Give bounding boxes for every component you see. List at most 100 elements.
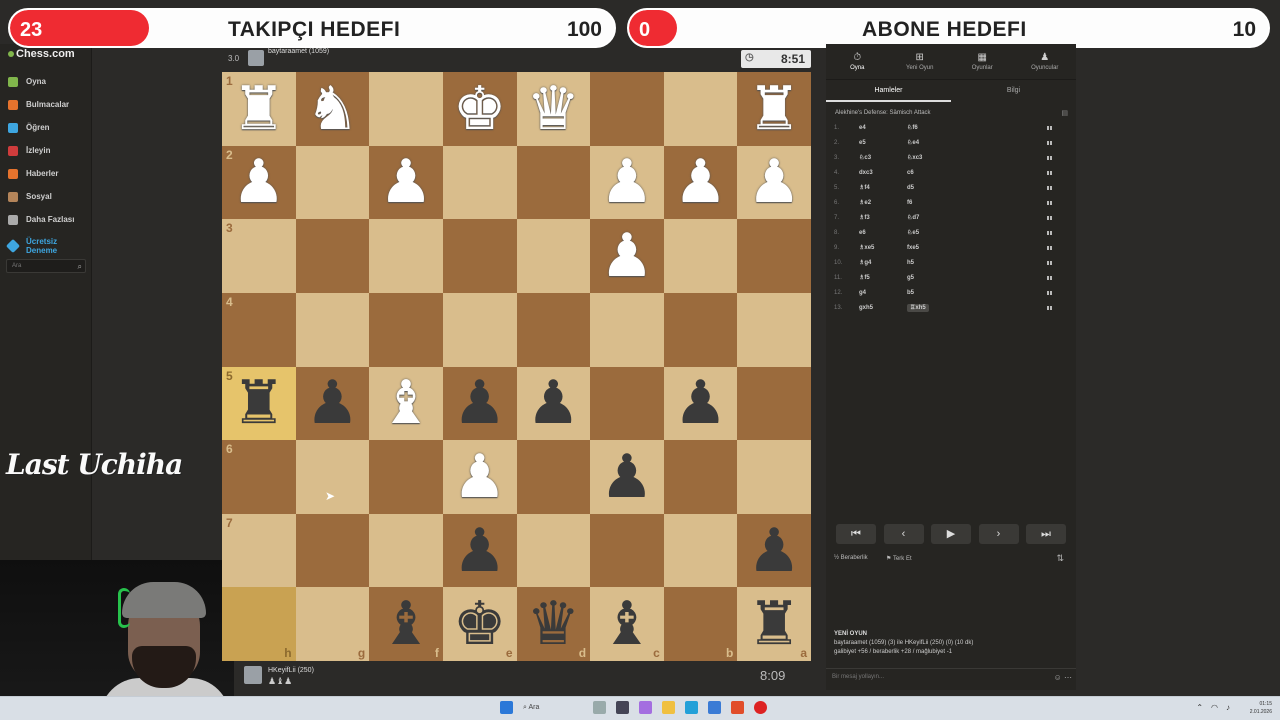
white-knight-icon[interactable]: ♞ [306,78,360,139]
board-square[interactable]: a ♜ [737,587,811,661]
browser-icon[interactable] [754,701,767,714]
board-square[interactable] [369,440,443,514]
board-square[interactable] [516,219,591,293]
white-move[interactable]: e5 [859,140,907,146]
white-pawn-icon[interactable]: ♟ [600,226,654,286]
board-square[interactable]: ♟ [442,440,517,514]
board-square[interactable]: ♟ [369,145,443,220]
play-button[interactable]: ▶ [931,524,971,544]
board-square[interactable] [442,219,517,293]
board-square[interactable] [737,366,811,441]
store-icon[interactable] [708,701,721,714]
white-move[interactable]: gxh5 [859,305,907,311]
board-square[interactable]: b [663,587,738,661]
board-square[interactable] [516,513,591,588]
white-move[interactable]: g4 [859,290,907,296]
wifi-icon[interactable]: ◠ [1211,703,1218,712]
board-square[interactable] [442,292,517,367]
resign-button[interactable]: ⚑ Terk Et [886,555,912,562]
black-pawn-icon[interactable]: ♟ [674,373,728,433]
black-rook-icon[interactable]: ♜ [232,373,286,433]
board-square[interactable] [295,145,370,220]
black-move[interactable]: ♘xc3 [907,154,1047,161]
black-queen-icon[interactable]: ♛ [526,594,580,654]
black-pawn-icon[interactable]: ♟ [600,446,654,507]
board-square[interactable] [516,440,591,514]
board-square[interactable]: c ♝ [590,587,664,661]
white-pawn-icon[interactable]: ♟ [232,152,286,212]
white-move[interactable]: e4 [859,125,907,131]
taskbar-search[interactable]: ⌕ Ara [523,704,583,712]
board-square[interactable] [590,366,664,441]
white-move[interactable]: ♗f5 [859,274,907,281]
white-pawn-icon[interactable]: ♟ [747,152,801,212]
board-square[interactable]: f ♝ [369,587,443,661]
sidebar-item-3[interactable]: İzleyin [0,139,92,162]
book-icon[interactable]: ▤ [1061,109,1068,117]
emoji-icon[interactable]: ☺ ⋯ [1054,673,1072,682]
board-square[interactable] [295,219,370,293]
white-pawn-icon[interactable]: ♟ [674,152,728,212]
board-square[interactable]: d ♛ [516,587,591,661]
flip-board-icon[interactable]: ⇅ [1056,553,1064,564]
board-square[interactable] [590,72,664,146]
board-square[interactable] [590,513,664,588]
white-move[interactable]: e6 [859,230,907,236]
panel-tab-1[interactable]: ⊞ Yeni Oyun [889,44,952,79]
board-square[interactable]: 6 [222,440,296,514]
sidebar-item-free-trial[interactable]: Ücretsiz Deneme [0,231,92,261]
white-queen-icon[interactable]: ♛ [526,78,580,139]
board-square[interactable] [663,513,738,588]
board-square[interactable] [737,440,811,514]
panel-tab-0[interactable]: ⏱ Oyna [826,44,889,79]
black-move[interactable]: fxe5 [907,245,1047,251]
black-rook-icon[interactable]: ♜ [747,594,801,654]
white-move[interactable]: ♗xe5 [859,244,907,251]
white-pawn-icon[interactable]: ♟ [600,152,654,212]
black-pawn-icon[interactable]: ♟ [453,520,507,581]
black-bishop-icon[interactable]: ♝ [600,594,654,654]
white-pawn-icon[interactable]: ♟ [379,152,433,212]
board-square[interactable]: ♟ [442,366,517,441]
player-name[interactable]: HKeyifLii (250) [268,667,314,674]
board-square[interactable]: ♟ [737,513,811,588]
black-bishop-icon[interactable]: ♝ [379,594,433,654]
white-pawn-icon[interactable]: ♟ [453,446,507,507]
panel-tab-2[interactable]: ▦ Oyunlar [951,44,1014,79]
black-move[interactable]: d5 [907,185,1047,191]
chat-input[interactable]: Bir mesaj yollayın... ☺ ⋯ [826,668,1076,686]
board-square[interactable]: 4 [222,292,296,367]
sidebar-item-0[interactable]: Oyna [0,70,92,93]
board-square[interactable] [516,145,591,220]
chesscom-logo[interactable]: Chess.com [8,48,75,60]
board-square[interactable]: 7 [222,513,296,588]
white-move[interactable]: ♗g4 [859,259,907,266]
volume-icon[interactable]: ♪ [1226,703,1230,712]
board-square[interactable]: ♞ [295,72,370,146]
board-square[interactable]: 1 ♜ [222,72,296,146]
board-square[interactable] [442,145,517,220]
tab-moves[interactable]: Hamleler [826,80,951,102]
board-square[interactable] [295,292,370,367]
white-rook-icon[interactable]: ♜ [747,78,801,139]
board-square[interactable]: 2 ♟ [222,145,296,220]
prev-move-button[interactable]: ‹ [883,524,924,544]
board-square[interactable]: ♟ [295,366,370,441]
board-square[interactable]: 5 ♜ [222,366,296,441]
black-move[interactable]: ♘e5 [907,229,1047,236]
tab-info[interactable]: Bilgi [951,80,1076,102]
panel-tab-3[interactable]: ♟ Oyuncular [1014,44,1077,79]
board-square[interactable]: ♟ [590,145,664,220]
black-move[interactable]: ♘d7 [907,214,1047,221]
obs-icon[interactable] [731,701,744,714]
black-move[interactable]: ♘e4 [907,139,1047,146]
black-move[interactable]: g5 [907,275,1047,281]
board-square[interactable] [737,219,811,293]
board-square[interactable]: h [222,587,296,661]
board-square[interactable] [663,440,738,514]
black-move[interactable]: c6 [907,170,1047,176]
board-square[interactable] [663,292,738,367]
white-move[interactable]: ♗e2 [859,199,907,206]
taskbar-clock[interactable]: 01:15 2.01.2026 [1250,700,1272,716]
start-icon[interactable] [500,701,513,714]
